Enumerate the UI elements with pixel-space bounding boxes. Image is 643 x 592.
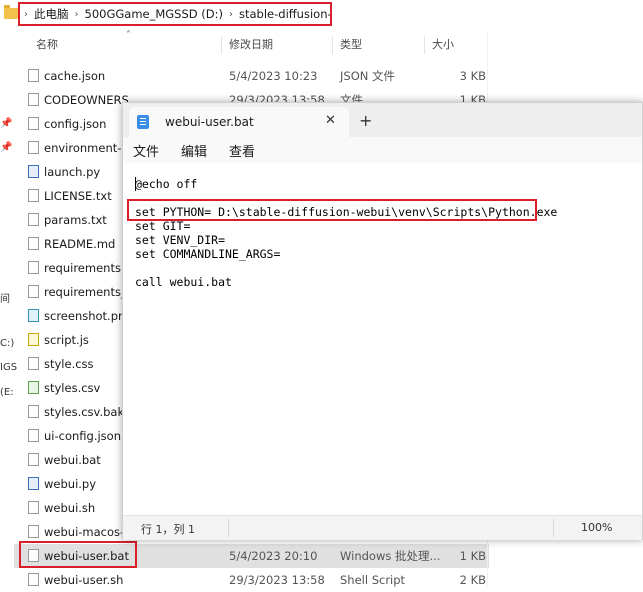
tab-title: webui-user.bat <box>165 115 254 129</box>
file-name: screenshot.png <box>44 309 133 323</box>
breadcrumb-folder[interactable]: stable-diffusion-webui <box>239 7 330 21</box>
text-file-icon <box>28 261 39 274</box>
file-row[interactable]: webui-user.sh 29/3/2023 13:58 Shell Script… <box>14 568 489 592</box>
file-size: 1 KB <box>459 549 486 563</box>
address-bar[interactable]: › 此电脑 › 500GGame_MGSSD (D:) › stable-dif… <box>0 0 643 32</box>
chevron-right-icon[interactable]: › <box>75 9 79 20</box>
add-tab-icon[interactable]: + <box>359 111 372 130</box>
file-date: 29/3/2023 13:58 <box>229 573 325 587</box>
sort-ascending-icon[interactable]: ˄ <box>126 30 131 41</box>
file-name: ui-config.json <box>44 429 121 443</box>
file-name: CODEOWNERS <box>44 93 129 107</box>
notepad-window: webui-user.bat ✕ + 文件 编辑 查看 @echo off se… <box>122 102 643 540</box>
file-date: 5/4/2023 10:23 <box>229 69 318 83</box>
column-divider[interactable] <box>221 36 222 54</box>
file-icon <box>28 93 39 106</box>
highlight-box-selected-file <box>19 541 137 568</box>
csv-file-icon <box>28 381 39 394</box>
shell-file-icon <box>28 573 39 586</box>
column-header-row: ˄ 名称 修改日期 类型 大小 <box>14 30 643 54</box>
editor-line: set COMMANDLINE_ARGS= <box>135 247 281 261</box>
file-name: styles.csv.bak <box>44 405 125 419</box>
file-name: README.md <box>44 237 116 251</box>
file-row[interactable]: cache.json 5/4/2023 10:23 JSON 文件 3 KB <box>14 64 489 88</box>
file-type: Shell Script <box>340 573 406 587</box>
batch-file-icon <box>28 453 39 466</box>
json-file-icon <box>28 117 39 130</box>
status-divider <box>553 519 554 537</box>
text-editor[interactable]: @echo off set PYTHON= D:\stable-diffusio… <box>123 163 642 515</box>
file-name: webui.sh <box>44 501 96 515</box>
file-name: launch.py <box>44 165 101 179</box>
text-file-icon <box>28 213 39 226</box>
pin-icon[interactable]: 📌 <box>0 118 12 129</box>
shell-file-icon <box>28 501 39 514</box>
editor-line: set GIT= <box>135 219 191 233</box>
tab-webui-user-bat[interactable]: webui-user.bat ✕ <box>129 107 349 137</box>
file-name: LICENSE.txt <box>44 189 112 203</box>
file-name: params.txt <box>44 213 107 227</box>
pin-icon[interactable]: 📌 <box>0 142 12 153</box>
column-header-size[interactable]: 大小 <box>432 36 454 52</box>
file-icon <box>28 405 39 418</box>
nav-label[interactable]: C:) <box>0 338 14 349</box>
menu-edit[interactable]: 编辑 <box>181 141 207 160</box>
notepad-icon <box>137 115 149 129</box>
menu-bar: 文件 编辑 查看 <box>123 137 642 163</box>
column-divider[interactable] <box>332 36 333 54</box>
json-file-icon <box>28 429 39 442</box>
file-name: style.css <box>44 357 94 371</box>
text-file-icon <box>28 285 39 298</box>
file-name: webui.py <box>44 477 97 491</box>
file-size: 3 KB <box>459 69 486 83</box>
menu-view[interactable]: 查看 <box>229 141 255 160</box>
navigation-pane-edge: 📌 📌 间 C:) IGS (E: <box>0 32 17 586</box>
chevron-right-icon[interactable]: › <box>24 9 28 20</box>
status-bar: 行 1，列 1 100% <box>123 515 642 540</box>
column-header-date[interactable]: 修改日期 <box>229 36 273 52</box>
close-icon[interactable]: ✕ <box>325 113 336 128</box>
chevron-right-icon[interactable]: › <box>229 9 233 20</box>
file-name: webui-user.sh <box>44 573 124 587</box>
breadcrumb-drive[interactable]: 500GGame_MGSSD (D:) <box>85 7 224 21</box>
file-name: script.js <box>44 333 89 347</box>
file-type: JSON 文件 <box>340 69 396 83</box>
file-date: 5/4/2023 20:10 <box>229 549 318 563</box>
shell-file-icon <box>28 525 39 538</box>
text-file-icon <box>28 189 39 202</box>
file-icon <box>28 141 39 154</box>
column-header-type[interactable]: 类型 <box>340 36 362 52</box>
file-size: 2 KB <box>459 573 486 587</box>
js-file-icon <box>28 333 39 346</box>
python-file-icon <box>28 477 39 490</box>
file-name: cache.json <box>44 69 106 83</box>
file-name: webui.bat <box>44 453 101 467</box>
css-file-icon <box>28 357 39 370</box>
status-divider <box>228 519 229 537</box>
editor-line: @echo off <box>135 177 198 191</box>
column-divider[interactable] <box>424 36 425 54</box>
image-file-icon <box>28 309 39 322</box>
file-icon <box>28 237 39 250</box>
file-name: styles.csv <box>44 381 101 395</box>
file-name: config.json <box>44 117 107 131</box>
cursor-position: 行 1，列 1 <box>141 523 195 536</box>
folder-icon <box>4 5 18 19</box>
column-header-name[interactable]: 名称 <box>36 36 58 52</box>
python-file-icon <box>28 165 39 178</box>
zoom-level[interactable]: 100% <box>581 521 612 534</box>
editor-line: call webui.bat <box>135 275 232 289</box>
nav-label[interactable]: (E: <box>0 387 14 398</box>
nav-label[interactable]: 间 <box>0 290 10 305</box>
breadcrumb-this-pc[interactable]: 此电脑 <box>34 6 69 22</box>
editor-line: set VENV_DIR= <box>135 233 226 247</box>
json-file-icon <box>28 69 39 82</box>
tab-bar: webui-user.bat ✕ + <box>123 103 642 137</box>
breadcrumb[interactable]: › 此电脑 › 500GGame_MGSSD (D:) › stable-dif… <box>18 2 332 26</box>
highlight-box-python-line <box>127 199 537 221</box>
menu-file[interactable]: 文件 <box>133 141 159 160</box>
